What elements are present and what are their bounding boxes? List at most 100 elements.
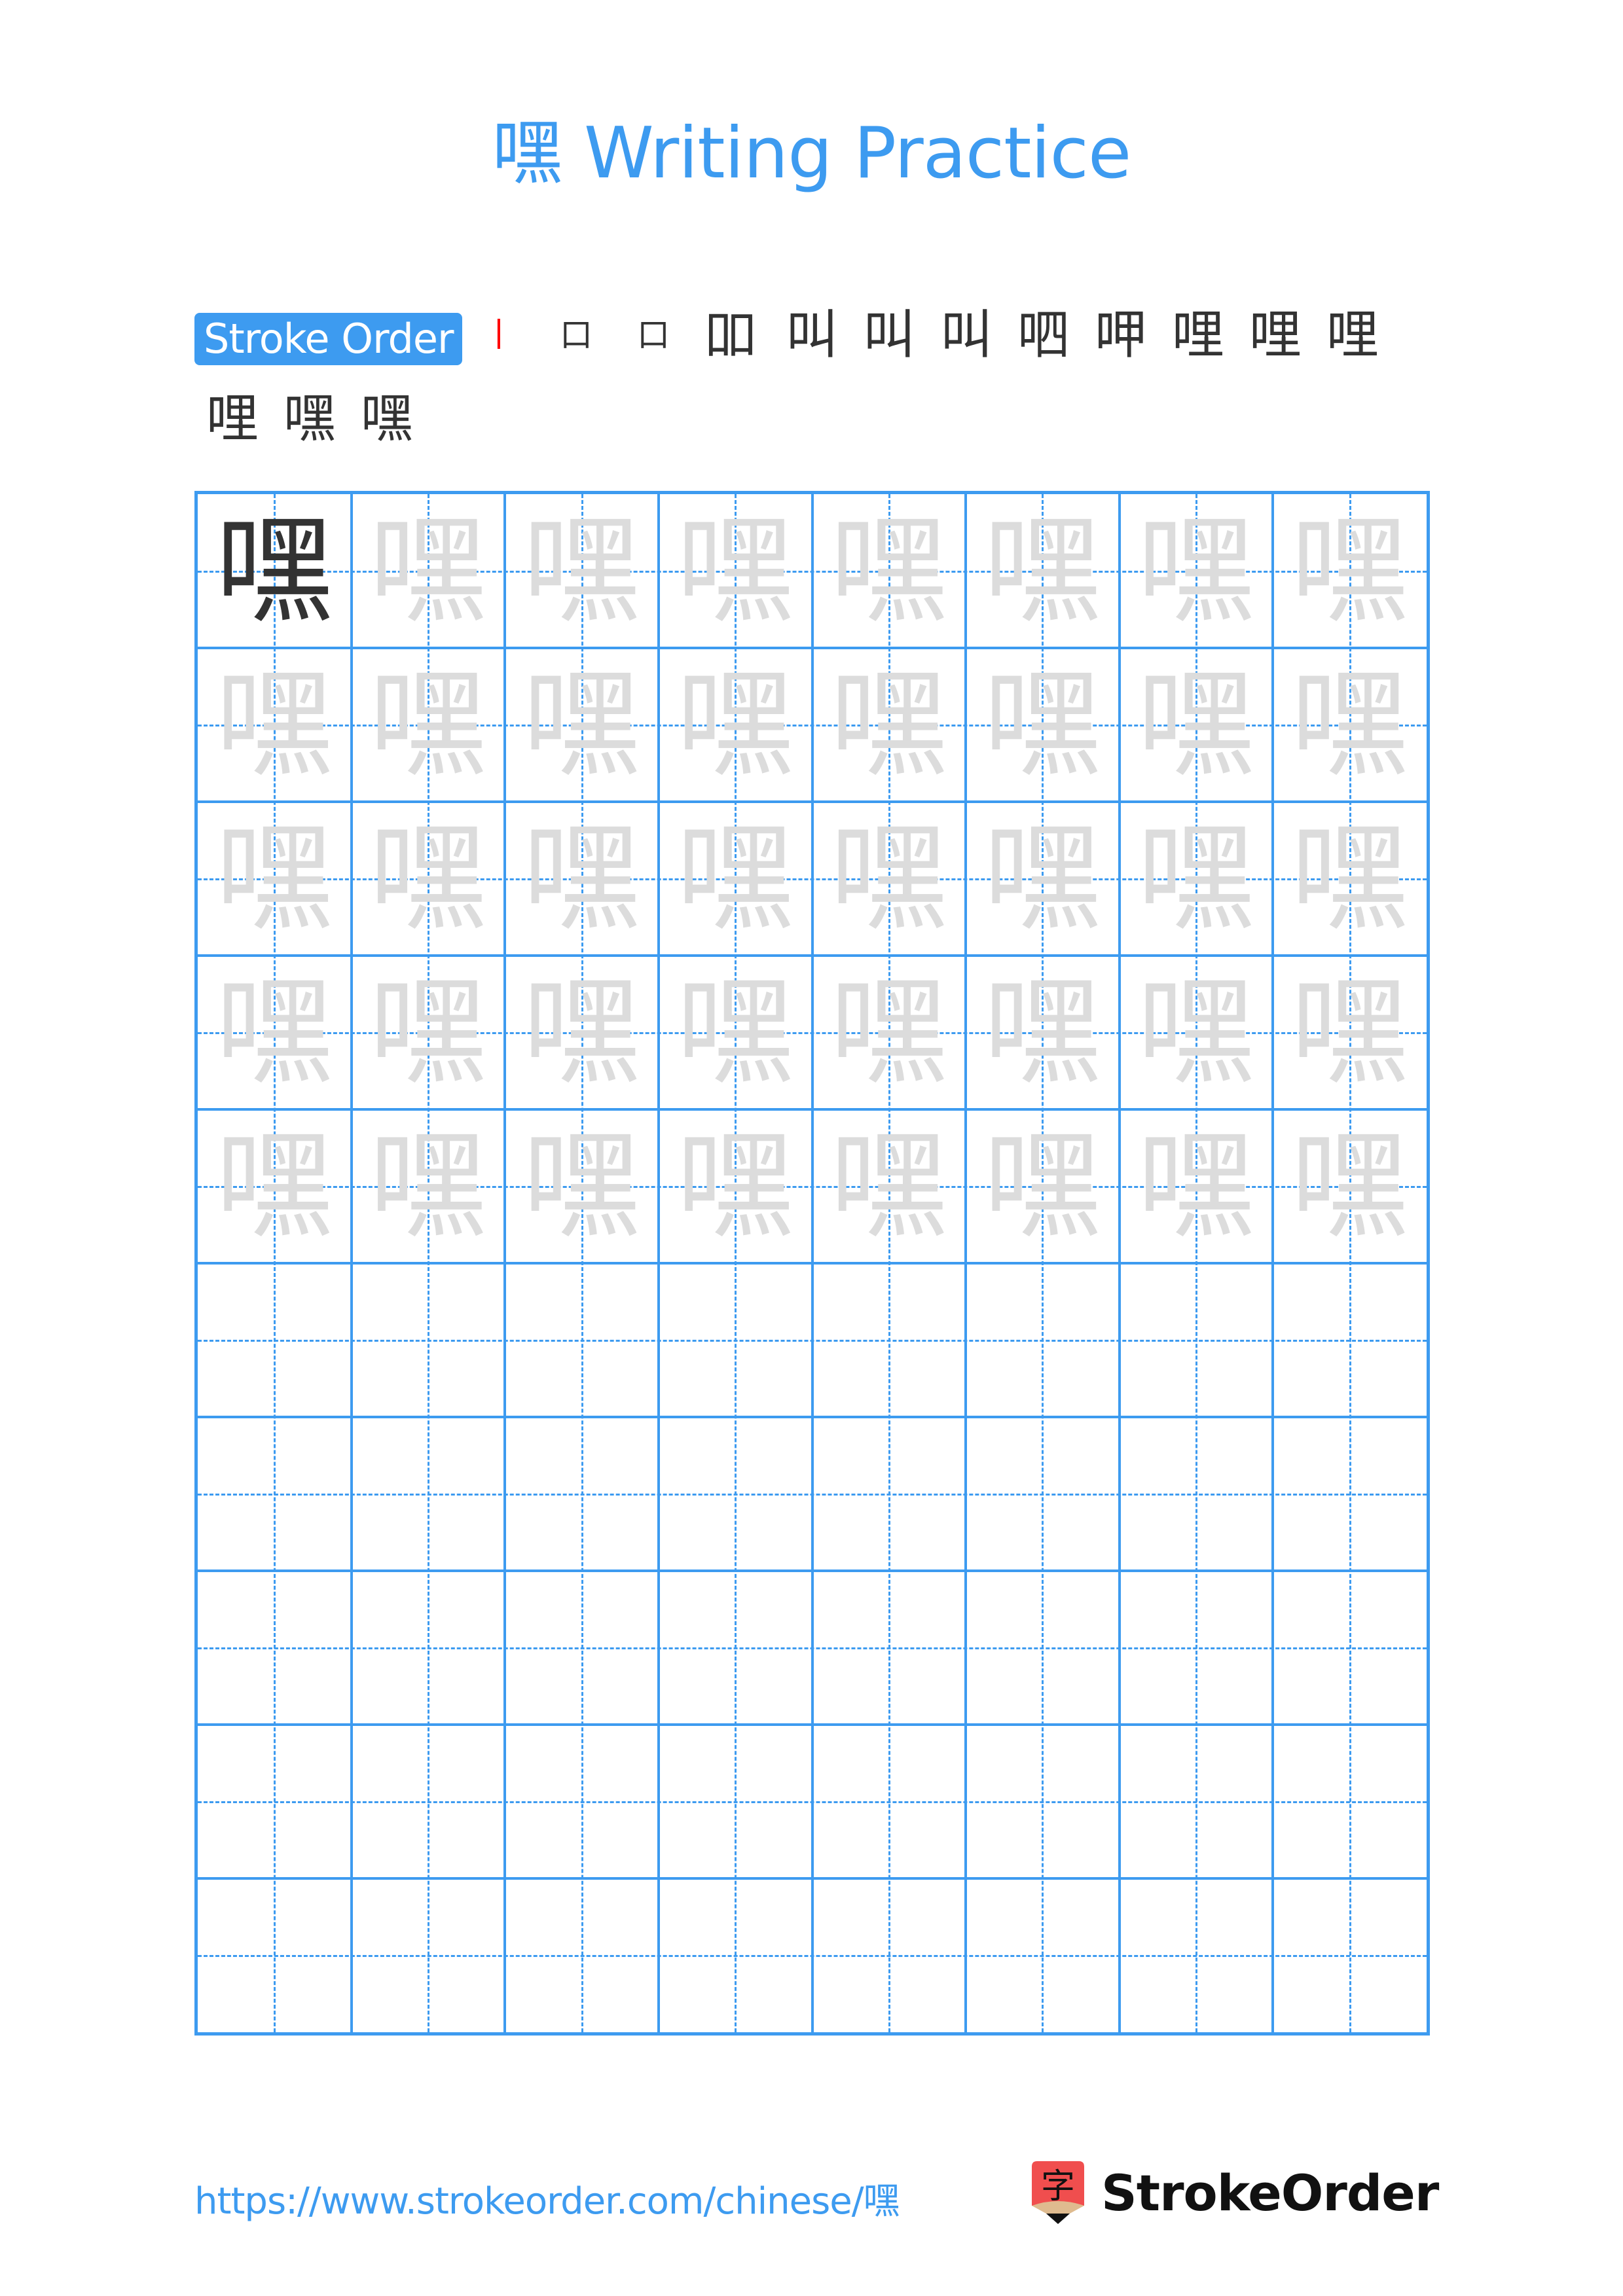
practice-cell[interactable] xyxy=(352,1109,505,1263)
practice-cell[interactable] xyxy=(1273,1263,1427,1417)
practice-cell[interactable] xyxy=(812,1109,966,1263)
practice-cell[interactable] xyxy=(505,1263,659,1417)
stroke-step: 哩 xyxy=(1326,304,1379,365)
stroke-step: 嘿 xyxy=(283,388,336,449)
stroke-step: 口 xyxy=(637,316,670,354)
practice-cell[interactable] xyxy=(198,956,352,1109)
practice-cell[interactable] xyxy=(812,1725,966,1878)
footer-url-link[interactable]: https://www.strokeorder.com/chinese/嘿 xyxy=(194,2172,900,2225)
practice-cell[interactable] xyxy=(1273,1725,1427,1878)
stroke-step: 呬 xyxy=(1017,304,1070,365)
stroke-step: 叫 xyxy=(940,304,993,365)
practice-cell[interactable] xyxy=(352,648,505,802)
practice-cell[interactable] xyxy=(1120,1878,1273,2032)
practice-cell[interactable] xyxy=(1120,956,1273,1109)
stroke-step: 吅 xyxy=(704,304,757,365)
practice-cell[interactable] xyxy=(505,494,659,648)
practice-cell[interactable] xyxy=(659,1571,812,1725)
practice-cell[interactable] xyxy=(352,1263,505,1417)
practice-cell[interactable] xyxy=(505,802,659,956)
stroke-step: 叫 xyxy=(786,304,838,365)
practice-cell[interactable] xyxy=(352,1725,505,1878)
practice-cell[interactable] xyxy=(505,956,659,1109)
practice-cell[interactable] xyxy=(505,1725,659,1878)
practice-cell[interactable] xyxy=(1273,1417,1427,1571)
practice-cell[interactable] xyxy=(966,802,1120,956)
page-title: 嘿 Writing Practice xyxy=(492,113,1132,194)
practice-cell[interactable] xyxy=(1120,1263,1273,1417)
stroke-step: 哩 xyxy=(1249,304,1302,365)
practice-cell[interactable] xyxy=(966,648,1120,802)
practice-cell[interactable] xyxy=(659,802,812,956)
practice-cell[interactable] xyxy=(966,1263,1120,1417)
practice-cell[interactable] xyxy=(659,1417,812,1571)
practice-cell[interactable] xyxy=(966,1571,1120,1725)
practice-cell[interactable] xyxy=(1273,648,1427,802)
practice-cell[interactable] xyxy=(198,494,352,648)
practice-cell[interactable] xyxy=(1273,494,1427,648)
practice-cell[interactable] xyxy=(1273,1109,1427,1263)
strokeorder-logo[interactable]: 字 StrokeOrder xyxy=(1029,2160,1439,2225)
practice-cell[interactable] xyxy=(352,1878,505,2032)
practice-cell[interactable] xyxy=(505,1417,659,1571)
practice-cell[interactable] xyxy=(352,1571,505,1725)
practice-cell[interactable] xyxy=(352,494,505,648)
practice-cell[interactable] xyxy=(812,1878,966,2032)
practice-cell[interactable] xyxy=(352,802,505,956)
practice-cell[interactable] xyxy=(505,648,659,802)
stroke-step: 丨 xyxy=(483,316,515,354)
practice-cell[interactable] xyxy=(966,956,1120,1109)
practice-cell[interactable] xyxy=(505,1571,659,1725)
practice-cell[interactable] xyxy=(812,494,966,648)
stroke-step: 呷 xyxy=(1095,304,1147,365)
practice-cell[interactable] xyxy=(198,1571,352,1725)
practice-cell[interactable] xyxy=(1120,1417,1273,1571)
practice-cell[interactable] xyxy=(966,1417,1120,1571)
practice-cell[interactable] xyxy=(1120,1571,1273,1725)
practice-cell[interactable] xyxy=(198,802,352,956)
practice-cell[interactable] xyxy=(1273,1878,1427,2032)
practice-cell[interactable] xyxy=(659,648,812,802)
stroke-order-label: Stroke Order xyxy=(194,313,463,365)
practice-cell[interactable] xyxy=(659,1725,812,1878)
practice-cell[interactable] xyxy=(198,1417,352,1571)
practice-cell[interactable] xyxy=(659,956,812,1109)
logo-glyph: 字 xyxy=(1041,2167,1075,2206)
practice-cell[interactable] xyxy=(505,1878,659,2032)
practice-cell[interactable] xyxy=(1120,802,1273,956)
practice-cell[interactable] xyxy=(966,1109,1120,1263)
practice-cell[interactable] xyxy=(1273,802,1427,956)
practice-cell[interactable] xyxy=(1273,956,1427,1109)
practice-cell[interactable] xyxy=(352,1417,505,1571)
practice-cell[interactable] xyxy=(1273,1571,1427,1725)
practice-cell[interactable] xyxy=(1120,1109,1273,1263)
practice-cell[interactable] xyxy=(505,1109,659,1263)
stroke-step: 哩 xyxy=(1172,304,1224,365)
practice-cell[interactable] xyxy=(1120,494,1273,648)
practice-cell[interactable] xyxy=(659,1263,812,1417)
practice-cell[interactable] xyxy=(352,956,505,1109)
practice-cell[interactable] xyxy=(198,648,352,802)
practice-cell[interactable] xyxy=(1120,1725,1273,1878)
practice-cell[interactable] xyxy=(812,1263,966,1417)
practice-cell[interactable] xyxy=(966,1878,1120,2032)
practice-cell[interactable] xyxy=(198,1878,352,2032)
practice-cell[interactable] xyxy=(966,494,1120,648)
practice-cell[interactable] xyxy=(966,1725,1120,1878)
practice-grid: 嘿嘿嘿嘿嘿嘿嘿嘿嘿嘿嘿嘿嘿嘿嘿嘿嘿嘿嘿嘿嘿嘿嘿嘿嘿嘿嘿嘿嘿嘿嘿嘿嘿嘿嘿嘿嘿嘿嘿嘿 xyxy=(194,491,1430,2036)
practice-cell[interactable] xyxy=(812,648,966,802)
practice-cell[interactable] xyxy=(198,1263,352,1417)
stroke-step: 哩 xyxy=(206,388,259,449)
practice-cell[interactable] xyxy=(812,956,966,1109)
practice-cell[interactable] xyxy=(198,1109,352,1263)
practice-cell[interactable] xyxy=(812,1417,966,1571)
practice-cell[interactable] xyxy=(198,1725,352,1878)
practice-cell[interactable] xyxy=(812,1571,966,1725)
stroke-step: 口 xyxy=(560,316,593,354)
stroke-step: 叫 xyxy=(863,304,915,365)
practice-cell[interactable] xyxy=(659,1878,812,2032)
practice-cell[interactable] xyxy=(659,494,812,648)
practice-cell[interactable] xyxy=(1120,648,1273,802)
practice-cell[interactable] xyxy=(659,1109,812,1263)
practice-cell[interactable] xyxy=(812,802,966,956)
